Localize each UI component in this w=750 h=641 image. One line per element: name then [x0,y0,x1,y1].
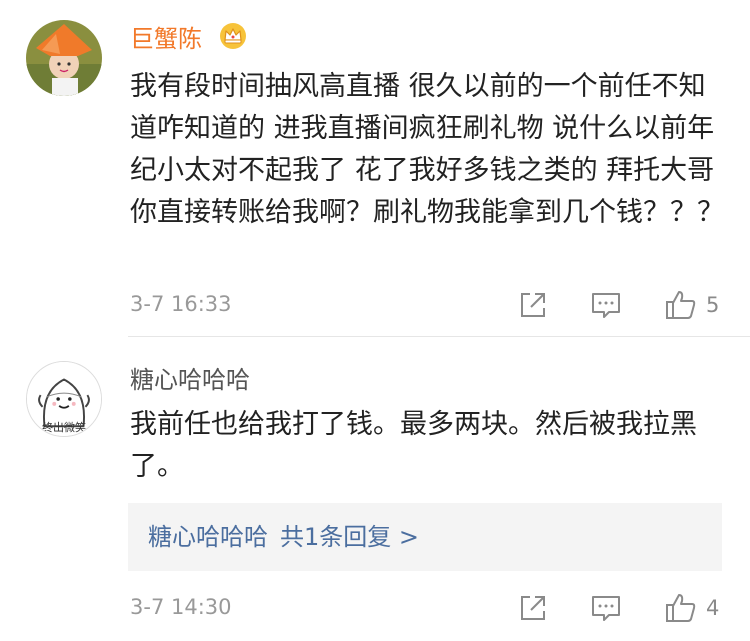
reply-preview[interactable]: 糖心哈哈哈 共1条回复 > [128,503,722,571]
reply-count-link[interactable]: 共1条回复 > [280,523,419,551]
like-count: 4 [706,596,720,620]
share-button[interactable] [516,288,550,322]
username[interactable]: 巨蟹陈 [130,24,202,54]
comment-list: 巨蟹陈 我有段时间抽风高直播 很久以前的一个前任不知道咋知道的 进我直播间疯狂刷… [0,0,750,641]
share-icon [521,596,545,620]
crown-icon [218,22,248,50]
like-button[interactable] [664,591,698,625]
reply-author[interactable]: 糖心哈哈哈 [148,523,268,551]
avatar-photo [26,20,102,96]
share-button[interactable] [516,591,550,625]
like-count: 5 [706,293,720,317]
share-icon [521,293,545,317]
reply-preview-text: 糖心哈哈哈 共1条回复 > [148,522,419,552]
thumbs-up-icon [666,594,696,622]
comment-icon [592,596,620,621]
comment-text: 我前任也给我打了钱。最多两块。然后被我拉黑了。 [130,409,697,482]
reply-button[interactable] [589,591,623,625]
avatar[interactable]: 终出微笑 [26,361,102,437]
like-button[interactable] [664,288,698,322]
comment-icon [592,293,620,318]
avatar[interactable] [26,20,102,96]
comment-item: 巨蟹陈 我有段时间抽风高直播 很久以前的一个前任不知道咋知道的 进我直播间疯狂刷… [0,0,750,336]
reply-button[interactable] [589,288,623,322]
comment-item: 终出微笑 糖心哈哈哈 我前任也给我打了钱。最多两块。然后被我拉黑了。 糖心哈哈哈… [0,337,750,641]
timestamp: 3-7 16:33 [130,292,232,316]
comment-text: 我有段时间抽风高直播 很久以前的一个前任不知道咋知道的 进我直播间疯狂刷礼物 说… [130,71,724,228]
avatar-caption: 终出微笑 [42,421,86,434]
username[interactable]: 糖心哈哈哈 [130,365,250,395]
thumbs-up-icon [666,291,696,319]
timestamp: 3-7 14:30 [130,595,232,619]
